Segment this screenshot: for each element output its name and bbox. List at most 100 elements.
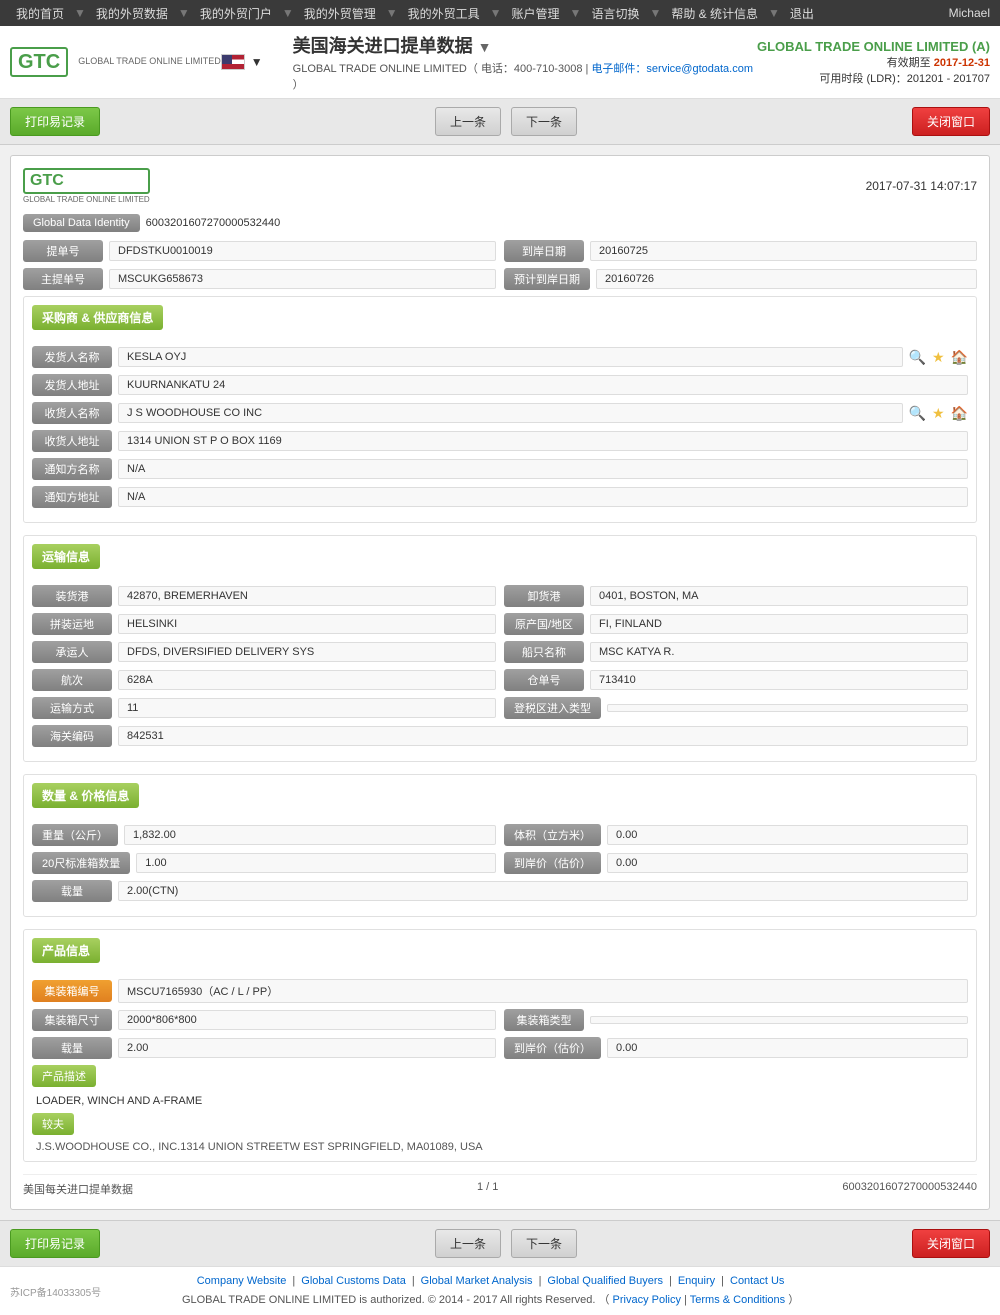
- product-price-col: 到岸价（估价） 0.00: [504, 1037, 968, 1059]
- bottom-toolbar: 打印易记录 上一条 下一条 关闭窗口: [0, 1220, 1000, 1266]
- footer-link-buyers[interactable]: Global Qualified Buyers: [547, 1275, 663, 1287]
- bottom-close-button[interactable]: 关闭窗口: [912, 1229, 990, 1258]
- footer-bottom: 苏ICP备14033305号 Company Website | Global …: [10, 1275, 990, 1307]
- voyage-container-row: 航次 628A 仓单号 713410: [32, 669, 968, 691]
- shipper-home-icon[interactable]: 🏠: [951, 349, 968, 366]
- product-qty-label: 载量: [32, 1037, 112, 1059]
- card-footer-middle: 1 / 1: [477, 1181, 498, 1197]
- product-section-header: 产品信息: [32, 938, 100, 963]
- transport-title-bar: 运输信息: [32, 544, 968, 577]
- next-button[interactable]: 下一条: [511, 107, 577, 136]
- logo-icon: GTC: [10, 47, 68, 77]
- arrival-date-col: 到岸日期 20160725: [504, 240, 977, 262]
- container-code-label: 集装箱编号: [32, 980, 112, 1002]
- bottom-toolbar-right: 关闭窗口: [912, 1229, 990, 1258]
- vessel-label: 船只名称: [504, 641, 584, 663]
- nav-help[interactable]: 帮助 & 统计信息: [665, 5, 764, 22]
- footer-link-market[interactable]: Global Market Analysis: [421, 1275, 533, 1287]
- nav-home[interactable]: 我的首页: [10, 5, 70, 22]
- bill-no-label: 提单号: [23, 240, 103, 262]
- shipper-name-value: KESLA OYJ: [118, 347, 903, 367]
- container-no-label: 仓单号: [504, 669, 584, 691]
- arrival-price-col: 到岸价（估价） 0.00: [504, 852, 968, 874]
- print-button[interactable]: 打印易记录: [10, 107, 100, 136]
- toolbar-right: 关闭窗口: [912, 107, 990, 136]
- prev-button[interactable]: 上一条: [435, 107, 501, 136]
- nav-trade-tools[interactable]: 我的外贸工具: [402, 5, 486, 22]
- top-nav-user: Michael: [949, 6, 990, 20]
- record-logo-subtext: GLOBAL TRADE ONLINE LIMITED: [23, 195, 150, 204]
- record-header: GTC GLOBAL TRADE ONLINE LIMITED 2017-07-…: [23, 168, 977, 204]
- footer-link-contact[interactable]: Contact Us: [730, 1275, 784, 1287]
- top-nav-left: 我的首页 ▼ 我的外贸数据 ▼ 我的外贸门户 ▼ 我的外贸管理 ▼ 我的外贸工具…: [10, 5, 820, 22]
- nav-logout[interactable]: 退出: [784, 5, 820, 22]
- footer-link-company[interactable]: Company Website: [197, 1275, 287, 1287]
- valid-until: 有效期至 2017-12-31: [757, 54, 990, 70]
- carrier-label: 承运人: [32, 641, 112, 663]
- est-arrival-col: 预计到岸日期 20160726: [504, 268, 977, 290]
- footer-copyright: GLOBAL TRADE ONLINE LIMITED is authorize…: [182, 1294, 595, 1306]
- container-type-label: 集装箱类型: [504, 1009, 584, 1031]
- consignee-name-label: 收货人名称: [32, 402, 112, 424]
- subtitle-email: 电子邮件：service@gtodata.com: [591, 63, 753, 75]
- valid-until-value: 2017-12-31: [934, 57, 990, 69]
- arrival-date-label: 到岸日期: [504, 240, 584, 262]
- bottom-prev-button[interactable]: 上一条: [435, 1229, 501, 1258]
- volume-col: 体积（立方米） 0.00: [504, 824, 968, 846]
- footer-privacy[interactable]: Privacy Policy: [613, 1294, 681, 1306]
- bottom-print-button[interactable]: 打印易记录: [10, 1229, 100, 1258]
- notify-addr-label: 通知方地址: [32, 486, 112, 508]
- record-logo: GTC GLOBAL TRADE ONLINE LIMITED: [23, 168, 150, 204]
- loading-port-value: 42870, BREMERHAVEN: [118, 586, 496, 606]
- notify-name-label: 通知方名称: [32, 458, 112, 480]
- unloading-port-col: 卸货港 0401, BOSTON, MA: [504, 585, 968, 607]
- footer-links: Company Website | Global Customs Data | …: [182, 1275, 799, 1287]
- consignee-star-icon[interactable]: ★: [932, 405, 945, 422]
- bottom-next-button[interactable]: 下一条: [511, 1229, 577, 1258]
- product-qty-value: 2.00: [118, 1038, 496, 1058]
- global-data-value: 600320160727000053244​0: [146, 217, 281, 229]
- shipper-search-icon[interactable]: 🔍: [909, 349, 926, 366]
- consignee-addr-row: 收货人地址 1314 UNION ST P O BOX 1169: [32, 430, 968, 452]
- bottom-toolbar-center: 上一条 下一条: [435, 1229, 577, 1258]
- nav-trade-data[interactable]: 我的外贸数据: [90, 5, 174, 22]
- flag-lang[interactable]: ▼: [221, 54, 263, 70]
- footer-sep-2: |: [412, 1275, 415, 1287]
- footer-terms[interactable]: Terms & Conditions: [690, 1294, 785, 1306]
- consignee-search-icon[interactable]: 🔍: [909, 405, 926, 422]
- nav-language[interactable]: 语言切换: [585, 5, 645, 22]
- title-dropdown-icon: ▼: [478, 39, 492, 55]
- voyage-col: 航次 628A: [32, 669, 496, 691]
- product-price-label: 到岸价（估价）: [504, 1037, 601, 1059]
- shipper-addr-row: 发货人地址 KUURNANKATU 24: [32, 374, 968, 396]
- quantity-row: 载量 2.00(CTN): [32, 880, 968, 902]
- containers-price-row: 20尺标准箱数量 1.00 到岸价（估价） 0.00: [32, 852, 968, 874]
- containers-label: 20尺标准箱数量: [32, 852, 130, 874]
- arrival-price-value: 0.00: [607, 853, 968, 873]
- quantity-section-header: 数量 & 价格信息: [32, 783, 139, 808]
- nav-trade-portal[interactable]: 我的外贸门户: [194, 5, 278, 22]
- bill-arrival-row: 提单号 DFDSTKU0010019 到岸日期 20160725: [23, 240, 977, 262]
- shipper-addr-value: KUURNANKATU 24: [118, 375, 968, 395]
- transport-mode-col: 运输方式 11: [32, 697, 496, 719]
- consignee-home-icon[interactable]: 🏠: [951, 405, 968, 422]
- nav-trade-management[interactable]: 我的外贸管理: [298, 5, 382, 22]
- card-footer: 美国每关进口提单数据 1 / 1 600320160727000053244​0: [23, 1174, 977, 1197]
- master-bill-col: 主提单号 MSCUKG658673: [23, 268, 496, 290]
- transport-ftz-row: 运输方式 11 登税区进入类型: [32, 697, 968, 719]
- page-footer: 苏ICP备14033305号 Company Website | Global …: [0, 1266, 1000, 1315]
- customs-code-row: 海关编码 842531: [32, 725, 968, 747]
- ftz-value: [607, 704, 968, 712]
- main-content: GTC GLOBAL TRADE ONLINE LIMITED 2017-07-…: [0, 145, 1000, 1220]
- bill-no-col: 提单号 DFDSTKU0010019: [23, 240, 496, 262]
- shipper-star-icon[interactable]: ★: [932, 349, 945, 366]
- footer-link-customs[interactable]: Global Customs Data: [301, 1275, 406, 1287]
- buyer-supplier-section-header: 采购商 & 供应商信息: [32, 305, 163, 330]
- close-button[interactable]: 关闭窗口: [912, 107, 990, 136]
- card-footer-left: 美国每关进口提单数据: [23, 1181, 133, 1197]
- product-qty-col: 载量 2.00: [32, 1037, 496, 1059]
- master-bill-value: MSCUKG658673: [109, 269, 496, 289]
- nav-account[interactable]: 账户管理: [506, 5, 566, 22]
- footer-link-enquiry[interactable]: Enquiry: [678, 1275, 715, 1287]
- container-code-value: MSCU7165930（AC / L / PP）: [118, 979, 968, 1003]
